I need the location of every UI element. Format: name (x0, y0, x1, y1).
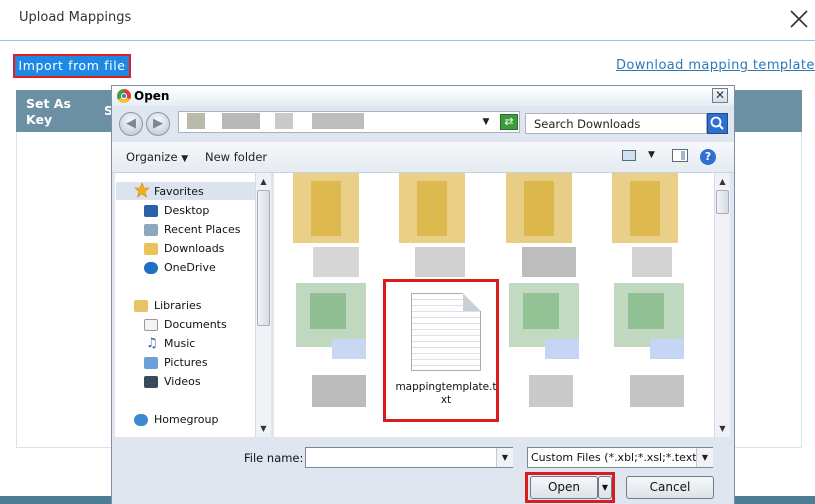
organize-menu[interactable]: Organize ▼ (126, 150, 188, 164)
file-name-input[interactable] (305, 447, 513, 468)
recent-places-icon (144, 224, 158, 236)
onedrive-icon (144, 262, 158, 274)
dialog-close-button[interactable]: ✕ (712, 88, 728, 103)
forward-button[interactable]: ▶ (146, 112, 170, 136)
videos-icon (144, 376, 158, 388)
column-header-set-as-key: Set As Key (26, 96, 71, 127)
file-name-label: File name: (244, 451, 304, 465)
nav-recent-places[interactable]: Recent Places (164, 223, 241, 236)
nav-videos[interactable]: Videos (164, 375, 201, 388)
pictures-icon (144, 357, 158, 369)
open-button[interactable]: Open (530, 476, 598, 499)
file-scroll-down[interactable]: ▼ (715, 421, 730, 436)
chevron-down-icon: ▼ (181, 154, 189, 164)
nav-desktop[interactable]: Desktop (164, 204, 209, 217)
documents-icon (144, 319, 158, 331)
address-blurred-segment (275, 113, 293, 129)
nav-scroll-down[interactable]: ▼ (256, 421, 271, 436)
nav-pictures[interactable]: Pictures (164, 356, 208, 369)
back-button[interactable]: ◀ (119, 112, 143, 136)
file-scroll-thumb[interactable] (716, 190, 729, 214)
address-dropdown-icon[interactable]: ▼ (478, 113, 494, 131)
import-from-file-button[interactable]: Import from file (13, 54, 131, 78)
address-blurred-segment (187, 113, 205, 129)
nav-favorites[interactable]: Favorites (154, 185, 204, 198)
file-corner-fold (463, 293, 481, 311)
preview-pane-icon[interactable] (672, 149, 688, 162)
organize-label: Organize (126, 150, 178, 164)
nav-documents[interactable]: Documents (164, 318, 227, 331)
nav-homegroup[interactable]: Homegroup (154, 413, 218, 426)
nav-scroll-up[interactable]: ▲ (256, 174, 271, 189)
libraries-icon (134, 300, 148, 312)
dialog-title: Open (134, 89, 170, 103)
selected-file-name[interactable]: mappingtemplate.t xt (388, 381, 504, 407)
nav-music[interactable]: Music (164, 337, 195, 350)
downloads-folder-icon (144, 243, 158, 255)
file-type-filter[interactable]: Custom Files (*.xbl;*.xsl;*.text;*. (527, 447, 713, 468)
dialog-titlebar (112, 86, 734, 106)
new-folder-button[interactable]: New folder (205, 150, 267, 164)
modal-title: Upload Mappings (19, 10, 132, 25)
music-icon: ♫ (146, 336, 158, 351)
nav-libraries[interactable]: Libraries (154, 299, 202, 312)
download-mapping-template-link[interactable]: Download mapping template (616, 58, 815, 73)
desktop-icon (144, 205, 158, 217)
open-dropdown-icon[interactable]: ▼ (598, 476, 612, 499)
view-icon[interactable] (622, 150, 636, 161)
chrome-icon (117, 89, 131, 103)
address-blurred-segment (312, 113, 364, 129)
nav-scroll-thumb[interactable] (257, 190, 270, 326)
nav-onedrive[interactable]: OneDrive (164, 261, 216, 274)
help-icon[interactable]: ? (700, 149, 716, 165)
file-type-dropdown-icon[interactable]: ▼ (696, 448, 713, 467)
search-icon[interactable] (707, 113, 728, 134)
search-placeholder: Search Downloads (534, 117, 641, 131)
homegroup-icon (134, 414, 148, 426)
cancel-button[interactable]: Cancel (626, 476, 714, 499)
star-icon (134, 182, 150, 201)
close-icon[interactable] (786, 6, 812, 32)
refresh-icon[interactable]: ⇄ (500, 114, 518, 130)
address-blurred-segment (222, 113, 260, 129)
view-dropdown-icon[interactable]: ▼ (648, 150, 655, 160)
file-scroll-up[interactable]: ▲ (715, 174, 730, 189)
nav-downloads[interactable]: Downloads (164, 242, 224, 255)
file-name-dropdown-icon[interactable]: ▼ (496, 448, 513, 467)
